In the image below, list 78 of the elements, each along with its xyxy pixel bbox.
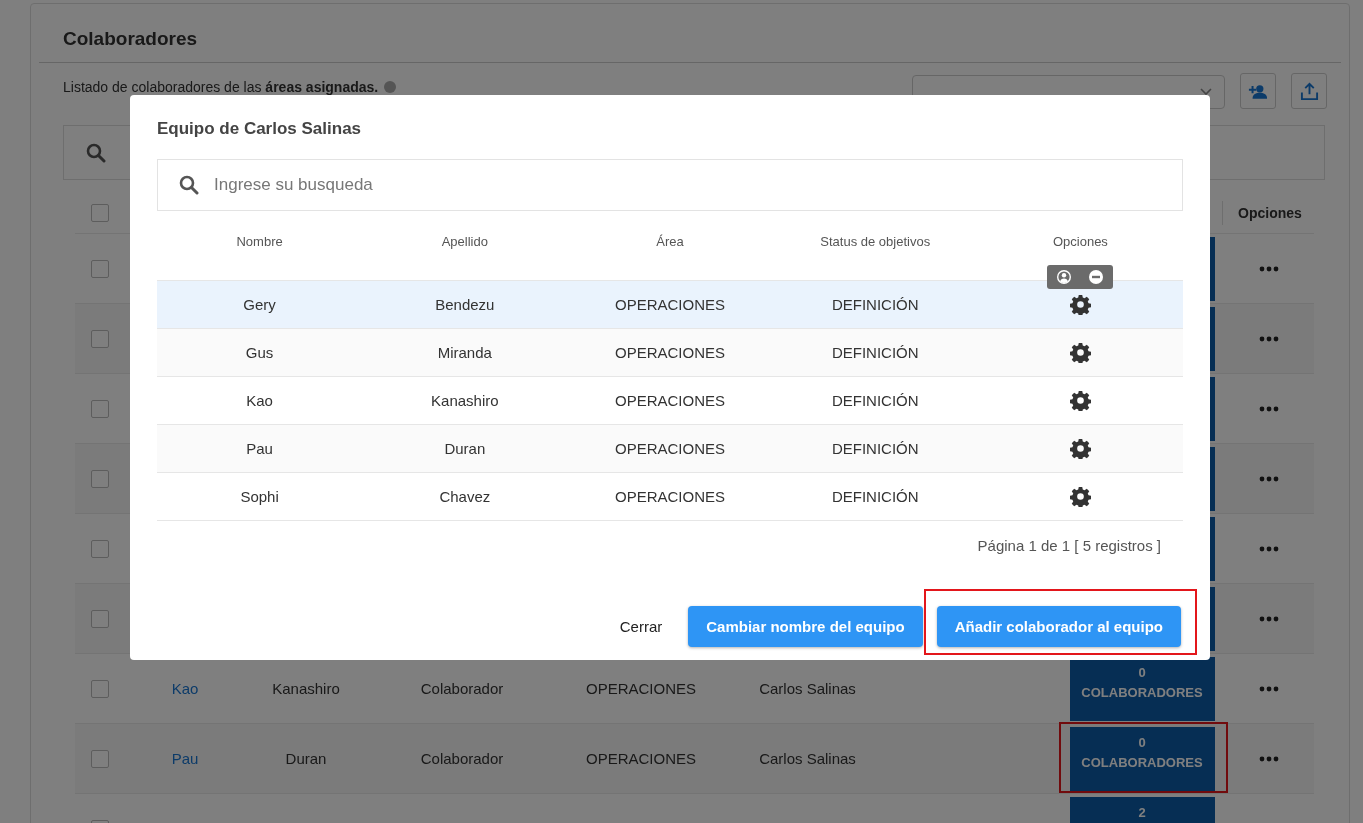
table-cell: OPERACIONES bbox=[615, 296, 725, 313]
table-cell: DEFINICIÓN bbox=[831, 440, 919, 457]
table-cell: Colaborador bbox=[420, 750, 504, 767]
team-count-button[interactable]: 2 bbox=[1069, 796, 1215, 823]
more-options-icon[interactable] bbox=[1259, 545, 1279, 552]
settings-icon[interactable] bbox=[1069, 294, 1091, 315]
table-cell: OPERACIONES bbox=[615, 488, 725, 505]
table-cell: Carlos Salinas bbox=[759, 750, 856, 767]
table-cell: OPERACIONES bbox=[586, 680, 696, 697]
settings-icon[interactable] bbox=[1069, 438, 1091, 459]
checkbox[interactable] bbox=[91, 329, 109, 348]
close-button[interactable]: Cerrar bbox=[607, 610, 675, 643]
table-cell: Miranda bbox=[437, 344, 492, 361]
more-options-icon[interactable] bbox=[1259, 335, 1279, 342]
table-cell: Pau bbox=[246, 440, 273, 457]
checkbox[interactable] bbox=[91, 259, 109, 278]
column-header: Status de objetivos bbox=[820, 234, 931, 249]
user-circle-icon[interactable] bbox=[1056, 269, 1073, 285]
table-cell: Colaborador bbox=[420, 680, 504, 697]
table-cell: Gus bbox=[245, 344, 274, 361]
table-cell: Kanashiro bbox=[431, 392, 499, 409]
team-count-button[interactable]: 0 COLABORADORES bbox=[1069, 656, 1215, 721]
table-cell: Bendezu bbox=[435, 296, 495, 313]
more-options-icon[interactable] bbox=[1259, 475, 1279, 482]
checkbox[interactable] bbox=[91, 399, 109, 418]
checkbox[interactable] bbox=[91, 539, 109, 558]
checkbox[interactable] bbox=[91, 749, 109, 768]
add-user-button[interactable] bbox=[1240, 73, 1276, 109]
name-link[interactable]: Kao bbox=[171, 680, 199, 697]
checkbox[interactable] bbox=[91, 469, 109, 488]
name-link[interactable]: Pau bbox=[171, 750, 199, 767]
checkbox[interactable] bbox=[91, 204, 109, 222]
description-text: Listado de colaboradores de las áreas asignadas. bbox=[63, 79, 379, 95]
column-header: Opciones bbox=[1222, 201, 1317, 225]
table-cell: Chavez bbox=[439, 488, 491, 505]
more-options-icon[interactable] bbox=[1259, 405, 1279, 412]
column-header: Apellido bbox=[441, 234, 488, 249]
table-cell: DEFINICIÓN bbox=[831, 488, 919, 505]
help-icon bbox=[384, 81, 397, 93]
search-field[interactable]: Ingrese su busqueda bbox=[157, 159, 1183, 211]
action-button[interactable]: Añadir colaborador al equipo bbox=[936, 606, 1181, 647]
more-options-icon[interactable] bbox=[1259, 615, 1279, 622]
dialog-title: Equipo de Carlos Salinas bbox=[157, 119, 363, 139]
table-cell: DEFINICIÓN bbox=[831, 344, 919, 361]
table-cell: Carlos Salinas bbox=[759, 680, 856, 697]
checkbox[interactable] bbox=[91, 679, 109, 698]
upload-button[interactable] bbox=[1291, 73, 1327, 109]
settings-icon[interactable] bbox=[1069, 390, 1091, 411]
more-options-icon[interactable] bbox=[1259, 755, 1279, 762]
minus-circle-icon[interactable] bbox=[1088, 269, 1105, 285]
search-icon bbox=[86, 142, 106, 163]
more-options-icon[interactable] bbox=[1259, 685, 1279, 692]
table-cell: Duran bbox=[285, 750, 327, 767]
table-cell: Duran bbox=[444, 440, 486, 457]
checkbox[interactable] bbox=[91, 609, 109, 628]
column-header: Área bbox=[656, 234, 684, 249]
team-count-button[interactable]: 0 COLABORADORES bbox=[1069, 726, 1215, 791]
more-options-icon[interactable] bbox=[1259, 265, 1279, 272]
table-cell: OPERACIONES bbox=[615, 344, 725, 361]
page-title: Colaboradores bbox=[39, 4, 1341, 63]
action-button[interactable]: Cambiar nombre del equipo bbox=[688, 606, 923, 647]
table-cell: DEFINICIÓN bbox=[831, 296, 919, 313]
upload-icon bbox=[1299, 81, 1319, 101]
table-cell: DEFINICIÓN bbox=[831, 392, 919, 409]
add-user-icon bbox=[1248, 83, 1268, 99]
table-cell: OPERACIONES bbox=[615, 440, 725, 457]
search-icon bbox=[179, 175, 199, 195]
table-cell: Sophi bbox=[240, 488, 279, 505]
settings-icon[interactable] bbox=[1069, 486, 1091, 507]
column-header: Nombre bbox=[236, 234, 283, 249]
table-cell: OPERACIONES bbox=[586, 750, 696, 767]
table-cell: Kao bbox=[246, 392, 273, 409]
table-cell: OPERACIONES bbox=[615, 392, 725, 409]
table-cell: Gery bbox=[243, 296, 276, 313]
pagination-text: Página 1 de 1 [ 5 registros ] bbox=[976, 536, 1162, 554]
settings-icon[interactable] bbox=[1069, 342, 1091, 363]
table-cell: Kanashiro bbox=[272, 680, 340, 697]
column-header: Opciones bbox=[1052, 234, 1108, 249]
